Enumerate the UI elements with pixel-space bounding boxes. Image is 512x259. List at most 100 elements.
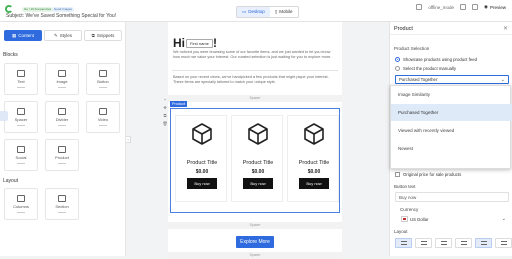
- snippets-icon: ⧉: [91, 33, 95, 38]
- drag-handle: [17, 212, 25, 213]
- block-label: Social: [15, 155, 27, 160]
- block-label: Button: [97, 79, 109, 84]
- explore-more-button[interactable]: Explore More: [236, 236, 274, 248]
- block-divider[interactable]: Divider: [45, 101, 79, 133]
- spacer-icon: [17, 108, 25, 115]
- close-icon[interactable]: ✕: [503, 25, 508, 32]
- layout-option-1[interactable]: [395, 238, 412, 248]
- top-right-actions: offline_mode ◉ Preview: [416, 4, 506, 10]
- tab-snippets[interactable]: ⧉ Snippets: [84, 30, 122, 41]
- product-selection-label: Product Selection: [394, 46, 430, 51]
- layout-option-3[interactable]: [435, 238, 452, 248]
- block-label: Text: [17, 79, 25, 84]
- tab-styles[interactable]: ✎ Styles: [44, 30, 82, 41]
- desktop-view-button[interactable]: ▭ Desktop: [237, 7, 270, 17]
- settings-icon[interactable]: [460, 4, 467, 10]
- product-block[interactable]: Product Title $0.00 Buy now Product Titl…: [170, 108, 340, 213]
- drag-handle: [17, 163, 25, 164]
- us-flag-icon: [401, 216, 408, 222]
- option-purchased-together[interactable]: Purchased Together: [391, 104, 512, 121]
- collapse-panel-button[interactable]: ‹: [126, 136, 131, 143]
- layout-heading: Layout: [3, 178, 19, 184]
- option-image-similarity[interactable]: Image Similarity: [391, 86, 512, 103]
- greeting-text[interactable]: Hi: [173, 36, 185, 50]
- email-canvas: Hi First name ! We noticed you were brow…: [168, 22, 342, 259]
- move-icon[interactable]: ✥: [163, 106, 166, 110]
- preview-button[interactable]: ◉ Preview: [484, 4, 506, 10]
- button-text-input[interactable]: Buy now: [395, 192, 509, 202]
- product-price: $0.00: [307, 169, 321, 175]
- product-card[interactable]: Product Title $0.00 Buy now: [231, 115, 283, 202]
- spacer-block[interactable]: Spacer: [168, 95, 342, 102]
- intro-paragraph[interactable]: We noticed you were browsing some of our…: [173, 50, 333, 60]
- product-box-icon: [304, 123, 324, 145]
- product-title: Product Title: [186, 160, 218, 166]
- email-subject[interactable]: Subject: We've Saved Something Special f…: [6, 13, 116, 19]
- layout-option-4[interactable]: [455, 238, 472, 248]
- drag-handle: [99, 87, 107, 88]
- block-label: Image: [56, 79, 68, 84]
- frequency-badge: Go / 10 Frequencies: [22, 7, 54, 12]
- mobile-view-button[interactable]: ▯ Mobile: [270, 7, 298, 17]
- recommendation-paragraph[interactable]: Based on your recent views, we've handpi…: [173, 75, 333, 85]
- layout-option-5[interactable]: [475, 238, 492, 248]
- layout-columns[interactable]: Columns: [4, 188, 38, 220]
- original-price-check-label: Original price for sale products: [403, 172, 462, 177]
- layout-option-2[interactable]: [415, 238, 432, 248]
- text-icon: [17, 70, 25, 77]
- original-price-checkbox[interactable]: [395, 172, 400, 177]
- spacer-block[interactable]: Spacer: [168, 222, 342, 229]
- product-box-icon: [248, 123, 268, 145]
- button-text-label: Button text: [394, 184, 416, 189]
- product-card[interactable]: Product Title $0.00 Buy now: [287, 115, 339, 202]
- radio-product-feed[interactable]: [395, 57, 400, 62]
- panel-title: Product: [394, 26, 413, 32]
- merge-tag-first-name[interactable]: First name: [186, 39, 213, 48]
- option-viewed-with-recent[interactable]: Viewed with recently viewed: [391, 122, 512, 139]
- block-spacer[interactable]: Spacer: [4, 101, 38, 133]
- divider-line: [172, 70, 338, 71]
- delete-icon[interactable]: 🗑: [162, 122, 167, 126]
- layout-option-6[interactable]: [495, 238, 512, 248]
- section-icon: [58, 195, 66, 202]
- block-video[interactable]: Video: [86, 101, 120, 133]
- preview-label: Preview: [489, 4, 506, 10]
- blocks-heading: Blocks: [3, 52, 18, 58]
- currency-select[interactable]: US Dollar ⌄: [401, 214, 509, 224]
- duplicate-icon[interactable]: ⧉: [164, 114, 167, 118]
- block-label: Spacer: [14, 117, 28, 122]
- layout-section[interactable]: Section: [45, 188, 79, 220]
- block-social[interactable]: Social: [4, 139, 38, 171]
- block-image[interactable]: Image: [45, 63, 79, 95]
- drag-handle: [99, 125, 107, 126]
- option-newest[interactable]: Newest: [391, 140, 512, 157]
- product-card[interactable]: Product Title $0.00 Buy now: [175, 115, 227, 202]
- tab-label: Snippets: [96, 33, 115, 38]
- undo-icon[interactable]: [416, 4, 423, 10]
- layout-icon: [440, 241, 447, 245]
- product-feed-select[interactable]: Purchased Together ⌄: [395, 75, 509, 84]
- block-text[interactable]: Text: [4, 63, 38, 95]
- layout-icon: [500, 241, 507, 245]
- code-icon[interactable]: [472, 4, 479, 10]
- block-label: Video: [97, 117, 109, 122]
- radio-manual[interactable]: [395, 66, 400, 71]
- tab-content[interactable]: ▦ Content: [4, 30, 42, 41]
- logo-icon: [5, 5, 13, 13]
- tab-label: Content: [18, 33, 35, 38]
- block-button[interactable]: Button: [86, 63, 120, 95]
- desktop-label: Desktop: [248, 9, 265, 14]
- mobile-label: Mobile: [279, 9, 293, 14]
- layout-label: Layout: [394, 229, 408, 234]
- add-icon[interactable]: +: [164, 98, 166, 102]
- currency-label: Currency: [400, 207, 419, 212]
- buy-now-button[interactable]: Buy now: [187, 178, 217, 189]
- drag-handle: [58, 212, 66, 213]
- layout-icon: [460, 241, 467, 245]
- chevron-left-icon: ‹: [127, 137, 129, 142]
- status-text: offline_mode: [428, 4, 455, 10]
- product-title: Product Title: [298, 160, 330, 166]
- block-product[interactable]: Product: [45, 139, 79, 171]
- buy-now-button[interactable]: Buy now: [299, 178, 329, 189]
- buy-now-button[interactable]: Buy now: [243, 178, 273, 189]
